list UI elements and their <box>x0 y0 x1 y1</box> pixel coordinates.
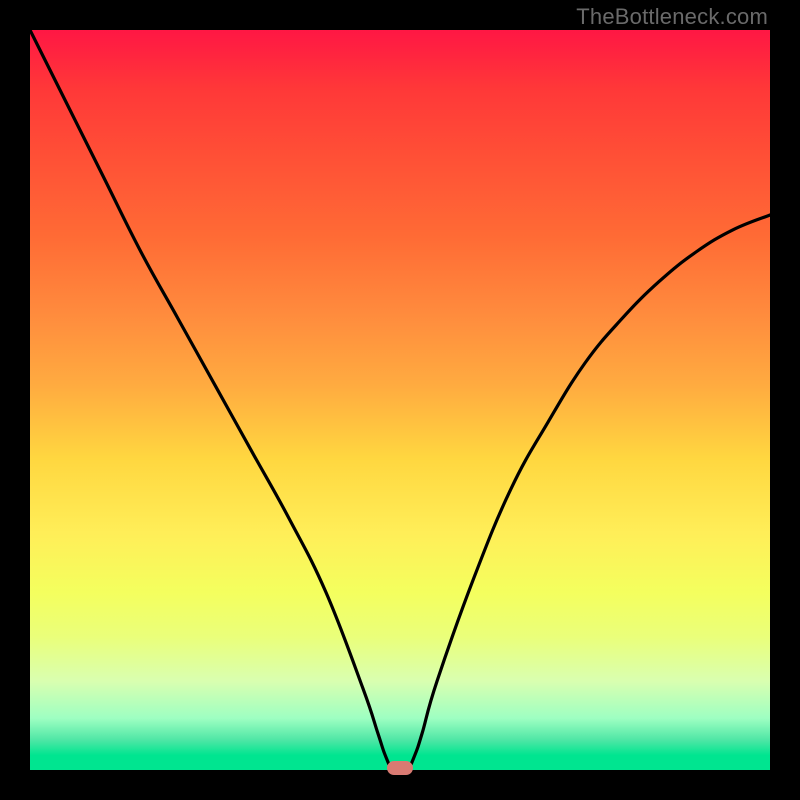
optimum-marker <box>387 761 413 775</box>
watermark-text: TheBottleneck.com <box>576 4 768 30</box>
chart-frame: TheBottleneck.com <box>0 0 800 800</box>
bottleneck-curve <box>30 30 770 770</box>
